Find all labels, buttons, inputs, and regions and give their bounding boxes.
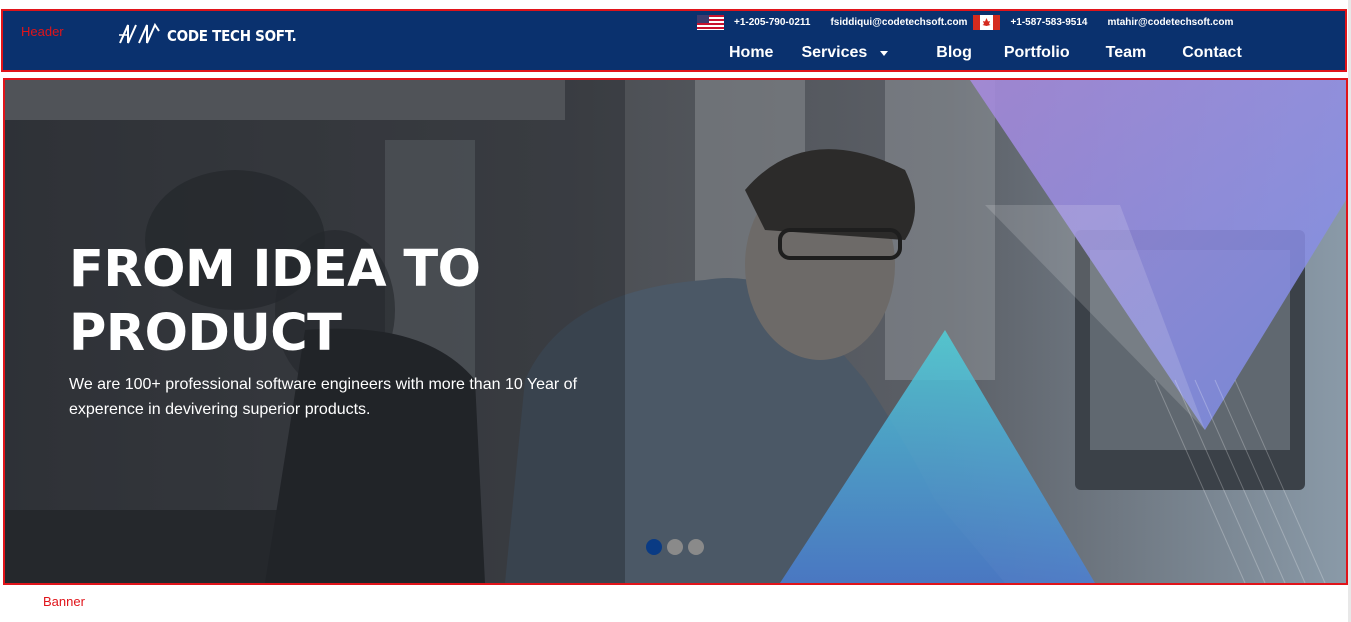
canada-flag-icon [973,14,1001,30]
contact-bar: +1-205-790-0211 fsiddiqui@codetechsoft.c… [697,14,1233,30]
hero-title-line2: PRODUCT [69,304,342,363]
header-annotation-label: Header [21,24,64,39]
logo-text: CODE TECH SOFT. [167,27,297,45]
nav-services[interactable]: Services [801,44,889,62]
us-email-link[interactable]: fsiddiqui@codetechsoft.com [830,17,967,28]
slider-dot-1[interactable] [646,539,662,555]
canada-email-link[interactable]: mtahir@codetechsoft.com [1107,17,1233,28]
logo-icon [119,22,160,44]
banner-annotation-label: Banner [43,594,85,609]
hero-title-line1: FROM IDEA TO [69,240,481,299]
hero-banner: FROM IDEA TO PRODUCT We are 100+ profess… [3,78,1348,585]
slider-dots [646,539,704,555]
hero-title: FROM IDEA TO PRODUCT [69,238,589,366]
nav-services-label: Services [801,44,868,61]
nav-home[interactable]: Home [729,44,773,62]
caret-down-icon [880,50,889,56]
slider-dot-2[interactable] [667,539,683,555]
logo[interactable]: CODE TECH SOFT. [117,21,311,51]
nav-team[interactable]: Team [1106,44,1147,62]
nav-blog[interactable]: Blog [936,44,972,62]
nav-portfolio-label: Portfolio [1003,44,1070,61]
main-nav: Home Services Blog Portfolio Team Contac… [715,42,1256,64]
header: Header CODE TECH SOFT. +1-205-790-0211 f… [1,9,1347,72]
nav-home-label: Home [729,44,774,61]
us-flag-icon [697,14,724,30]
nav-blog-label: Blog [936,44,972,61]
canada-phone-link[interactable]: +1-587-583-9514 [1010,17,1087,28]
slider-dot-3[interactable] [688,539,704,555]
us-phone-link[interactable]: +1-205-790-0211 [734,17,810,28]
hero-subtitle: We are 100+ professional software engine… [69,376,578,418]
nav-contact[interactable]: Contact [1182,44,1242,62]
nav-contact-label: Contact [1182,44,1242,61]
nav-team-label: Team [1105,44,1147,61]
nav-portfolio[interactable]: Portfolio [1004,44,1070,62]
